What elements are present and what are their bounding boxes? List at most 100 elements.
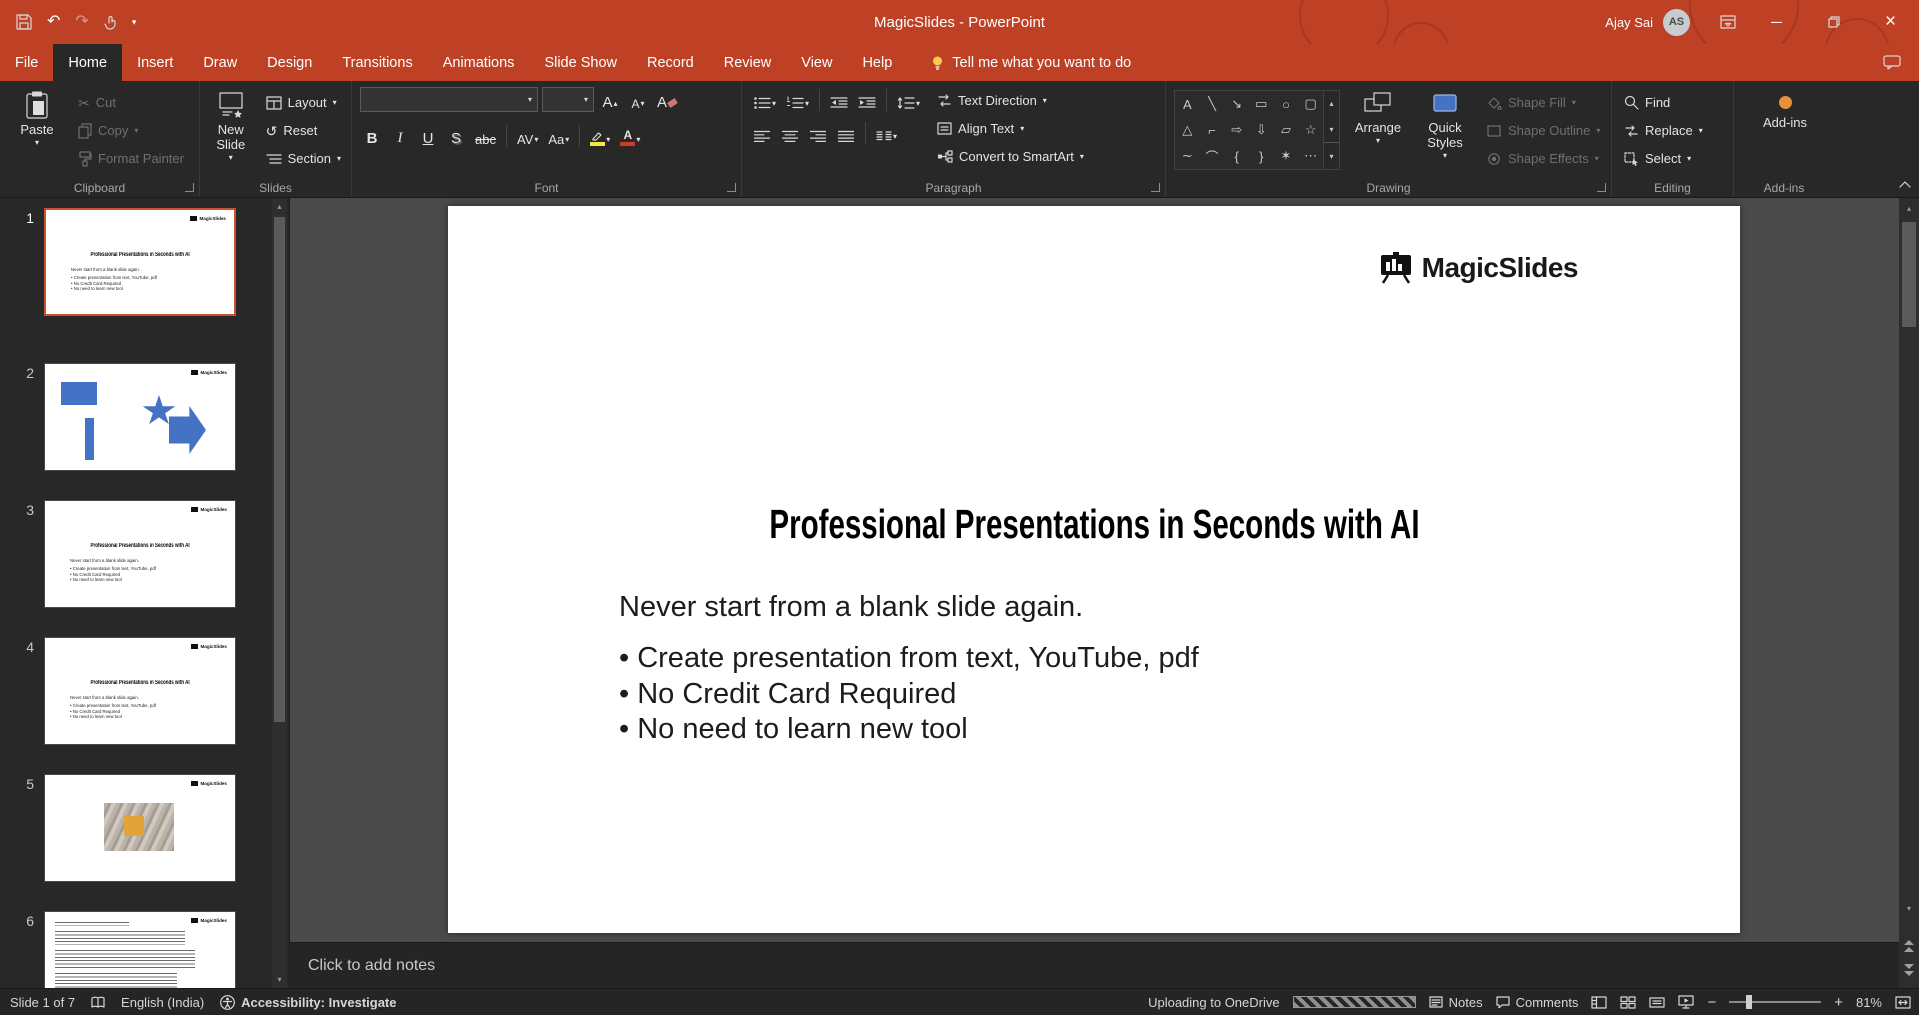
strikethrough-button[interactable]: abc: [472, 124, 499, 148]
undo-button[interactable]: ↶: [47, 14, 60, 30]
shape-oval-icon[interactable]: ○: [1274, 91, 1299, 117]
minimize-button[interactable]: ─: [1748, 0, 1805, 44]
scrollbar-thumb[interactable]: [1902, 222, 1916, 327]
shape-star-icon[interactable]: ☆: [1298, 117, 1323, 143]
numbering-button[interactable]: ▾: [783, 88, 812, 112]
tab-draw[interactable]: Draw: [188, 44, 252, 81]
tab-design[interactable]: Design: [252, 44, 327, 81]
replace-button[interactable]: Replace ▾: [1620, 118, 1727, 143]
tab-slide-show[interactable]: Slide Show: [529, 44, 632, 81]
highlight-color-button[interactable]: ▾: [587, 124, 613, 148]
gallery-scroll-up[interactable]: ▴: [1324, 91, 1339, 117]
tab-record[interactable]: Record: [632, 44, 709, 81]
thumbnail-slide-4[interactable]: 4 MagicSlides Professional Presentations…: [0, 637, 268, 749]
find-button[interactable]: Find: [1620, 90, 1727, 115]
scroll-up-icon[interactable]: ▴: [272, 198, 287, 215]
thumbnail-slide-5[interactable]: 5 MagicSlides: [0, 774, 268, 886]
slide-canvas[interactable]: MagicSlides Professional Presentations i…: [448, 206, 1740, 933]
notes-placeholder[interactable]: Click to add notes: [308, 957, 435, 975]
thumbnail-preview[interactable]: MagicSlides Professional Presentations i…: [44, 637, 236, 745]
shape-effects-button[interactable]: Shape Effects ▾: [1482, 146, 1604, 171]
text-shadow-button[interactable]: S: [444, 124, 468, 148]
zoom-slider[interactable]: [1729, 995, 1822, 1009]
collapse-ribbon-button[interactable]: [1899, 175, 1911, 193]
gallery-more-button[interactable]: ▾: [1324, 142, 1339, 169]
shape-right-arrow-icon[interactable]: ⇨: [1224, 117, 1249, 143]
underline-button[interactable]: U: [416, 124, 440, 148]
shape-parallelogram-icon[interactable]: ▱: [1274, 117, 1299, 143]
increase-font-size-button[interactable]: A ▴: [598, 88, 622, 112]
reset-button[interactable]: ↺ Reset: [262, 118, 345, 143]
character-spacing-button[interactable]: AV ▾: [514, 124, 541, 148]
restore-button[interactable]: [1805, 0, 1862, 44]
select-button[interactable]: Select ▾: [1620, 146, 1727, 171]
increase-indent-button[interactable]: [855, 88, 879, 112]
close-button[interactable]: ×: [1862, 0, 1919, 44]
thumbnail-preview[interactable]: MagicSlides Professional Presentations i…: [44, 500, 236, 608]
thumbnail-slide-2[interactable]: 2 MagicSlides: [0, 363, 268, 475]
notes-splitter[interactable]: [290, 943, 1899, 947]
brace-left-icon[interactable]: {: [1224, 143, 1249, 169]
cut-button[interactable]: ✂ Cut: [74, 90, 188, 115]
new-slide-button[interactable]: New Slide ▾: [208, 86, 254, 180]
align-center-button[interactable]: [778, 121, 802, 145]
previous-slide-button[interactable]: [1899, 940, 1919, 952]
clear-formatting-button[interactable]: A: [654, 88, 680, 112]
scroll-down-icon[interactable]: ▾: [1899, 898, 1919, 918]
slide-sorter-view-button[interactable]: [1620, 995, 1637, 1009]
paste-button[interactable]: Paste ▾: [8, 86, 66, 180]
slide-logo[interactable]: MagicSlides: [1378, 252, 1579, 284]
shape-triangle-icon[interactable]: △: [1175, 117, 1200, 143]
vertical-scrollbar[interactable]: ▴ ▾: [1899, 198, 1919, 988]
thumbnail-preview[interactable]: MagicSlides: [44, 774, 236, 882]
shape-elbow-connector-icon[interactable]: ⌐: [1200, 117, 1225, 143]
zoom-out-button[interactable]: −: [1707, 994, 1716, 1011]
shape-arc-icon[interactable]: ⌒: [1200, 143, 1225, 169]
tab-help[interactable]: Help: [847, 44, 907, 81]
shape-star-filled-icon[interactable]: ✶: [1274, 143, 1299, 169]
thumbnail-slide-1[interactable]: 1 MagicSlides Professional Presentations…: [0, 208, 268, 320]
accessibility-button[interactable]: Accessibility: Investigate: [220, 995, 397, 1010]
font-name-combobox[interactable]: ▾: [360, 87, 538, 112]
tell-me-search[interactable]: Tell me what you want to do: [931, 44, 1131, 81]
thumbnail-slide-3[interactable]: 3 MagicSlides Professional Presentations…: [0, 500, 268, 612]
user-avatar[interactable]: AS: [1663, 8, 1690, 36]
italic-button[interactable]: I: [388, 124, 412, 148]
reading-view-button[interactable]: [1649, 996, 1666, 1009]
zoom-level[interactable]: 81%: [1856, 995, 1882, 1010]
shape-down-arrow-icon[interactable]: ⇩: [1249, 117, 1274, 143]
touch-mouse-mode-button[interactable]: [104, 15, 117, 30]
slide-body-textbox[interactable]: Never start from a blank slide again. • …: [619, 591, 1199, 748]
slideshow-view-button[interactable]: [1678, 995, 1695, 1009]
change-case-button[interactable]: Aa ▾: [545, 124, 572, 148]
font-color-button[interactable]: A ▾: [617, 124, 643, 148]
shape-rectangle-icon[interactable]: ▭: [1249, 91, 1274, 117]
bold-button[interactable]: B: [360, 124, 384, 148]
shape-arrow-icon[interactable]: ↘: [1224, 91, 1249, 117]
zoom-in-button[interactable]: +: [1834, 994, 1843, 1011]
align-right-button[interactable]: [806, 121, 830, 145]
tab-review[interactable]: Review: [709, 44, 787, 81]
shape-textbox-icon[interactable]: A: [1175, 91, 1200, 117]
layout-button[interactable]: Layout ▾: [262, 90, 345, 115]
convert-to-smartart-button[interactable]: Convert to SmartArt ▾: [933, 144, 1088, 169]
customize-quick-access-button[interactable]: ▾: [132, 17, 137, 27]
slide-title-textbox[interactable]: Professional Presentations in Seconds wi…: [448, 501, 1740, 548]
arrange-button[interactable]: Arrange ▾: [1348, 86, 1408, 180]
fit-slide-to-window-button[interactable]: [1895, 995, 1911, 1009]
section-button[interactable]: Section ▾: [262, 146, 345, 171]
scrollbar-thumb[interactable]: [274, 217, 285, 722]
thumbnail-preview[interactable]: MagicSlides: [44, 363, 236, 471]
language-button[interactable]: English (India): [121, 995, 204, 1010]
tab-transitions[interactable]: Transitions: [327, 44, 427, 81]
tab-insert[interactable]: Insert: [122, 44, 188, 81]
add-ins-button[interactable]: Add-ins: [1745, 86, 1825, 130]
notes-pane[interactable]: Click to add notes: [290, 942, 1899, 988]
next-slide-button[interactable]: [1899, 964, 1919, 976]
shape-line-icon[interactable]: ╲: [1200, 91, 1225, 117]
shape-outline-button[interactable]: Shape Outline ▾: [1482, 118, 1604, 143]
tab-home[interactable]: Home: [53, 44, 123, 81]
font-size-combobox[interactable]: ▾: [542, 87, 594, 112]
thumbnail-preview[interactable]: MagicSlides Professional Presentations i…: [44, 208, 236, 316]
save-button[interactable]: [16, 14, 32, 30]
